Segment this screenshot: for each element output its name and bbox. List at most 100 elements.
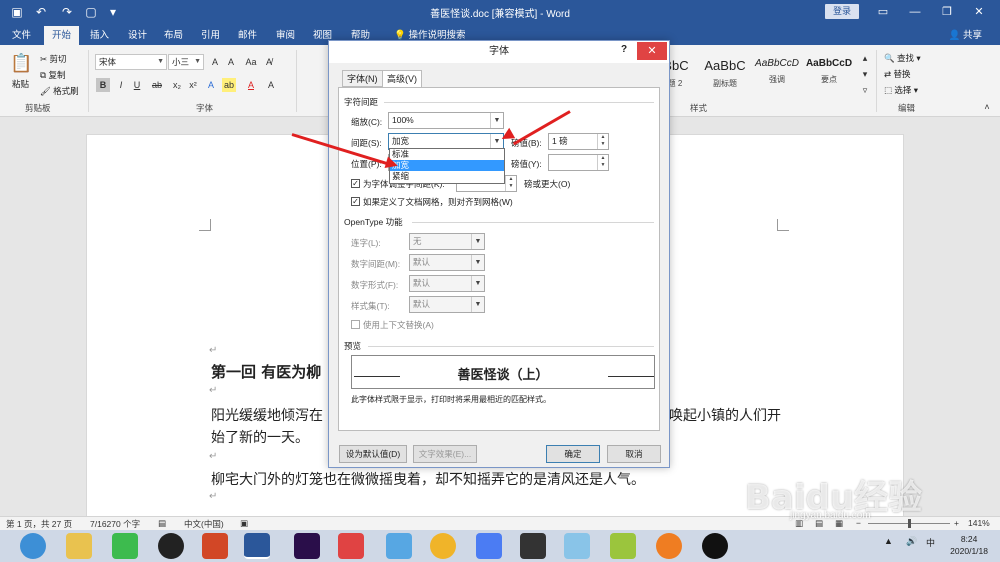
language-indicator[interactable]: 中文(中国) [184, 518, 224, 530]
app-icon[interactable] [656, 533, 682, 559]
app-icon[interactable] [702, 533, 728, 559]
tab-home[interactable]: 开始 [44, 26, 80, 45]
font-color-icon[interactable]: A [244, 78, 258, 92]
style-strong[interactable]: AaBbCcD 要点 [804, 50, 854, 94]
position-by-input[interactable]: ▲ ▼ [548, 154, 609, 171]
tab-advanced[interactable]: 高级(V) [382, 70, 422, 88]
select-button[interactable]: ⬚ 选择 ▾ [884, 84, 918, 96]
close-window-button[interactable]: ✕ [964, 2, 994, 22]
app-icon[interactable] [476, 533, 502, 559]
notes-icon[interactable] [610, 533, 636, 559]
volume-icon[interactable]: 🔊 [906, 536, 917, 547]
highlight-icon[interactable]: ab [222, 78, 236, 92]
help-button[interactable]: ? [621, 44, 627, 55]
styles-scroll-down-icon[interactable]: ▾ [858, 67, 872, 81]
app-icon[interactable] [338, 533, 364, 559]
crop-mark [777, 219, 789, 231]
network-icon[interactable]: ▲ [884, 536, 893, 546]
collapse-ribbon-icon[interactable]: ˄ [980, 100, 994, 114]
app-icon[interactable] [564, 533, 590, 559]
underline-icon[interactable]: U [130, 78, 144, 92]
zoom-in-icon[interactable]: + [954, 518, 959, 528]
find-button[interactable]: 🔍 查找 ▾ [884, 52, 921, 64]
replace-button[interactable]: ⇄ 替换 [884, 68, 911, 80]
spinner-icon[interactable]: ▲ ▼ [597, 155, 608, 170]
video-editor-icon[interactable] [520, 533, 546, 559]
word-icon[interactable] [244, 533, 270, 559]
ribbon-display-icon[interactable]: ▭ [868, 2, 898, 22]
font-name-combo[interactable]: 宋体 ▼ [95, 54, 167, 70]
spacing-by-input[interactable]: 1 磅 ▲ ▼ [548, 133, 609, 150]
copy-button[interactable]: ⧉ 复制 [40, 69, 65, 81]
style-emphasis[interactable]: AaBbCcD 强调 [752, 50, 802, 94]
spacing-option-condensed[interactable]: 紧缩 [390, 171, 504, 182]
tab-layout[interactable]: 布局 [156, 26, 191, 45]
tab-references[interactable]: 引用 [193, 26, 228, 45]
italic-icon[interactable]: I [114, 78, 128, 92]
font-group-label: 字体 [196, 103, 214, 113]
clear-formatting-icon[interactable]: A̸ [262, 55, 276, 69]
chrome-icon[interactable] [430, 533, 456, 559]
kerning-checkbox[interactable]: ✓ [351, 179, 360, 188]
number-forms-select[interactable]: 默认 ▼ [409, 275, 485, 292]
zoom-slider-thumb[interactable] [908, 519, 911, 528]
cancel-button[interactable]: 取消 [607, 445, 661, 463]
superscript-icon[interactable]: x² [186, 78, 200, 92]
spinner-icon[interactable]: ▲ ▼ [597, 134, 608, 149]
shading-icon[interactable]: A [264, 78, 278, 92]
qq-icon[interactable] [158, 533, 184, 559]
styles-scroll-up-icon[interactable]: ▴ [858, 51, 872, 65]
grid-checkbox[interactable]: ✓ [351, 197, 360, 206]
scale-select[interactable]: 100% ▼ [388, 112, 504, 129]
file-explorer-icon[interactable] [66, 533, 92, 559]
spinner-icon[interactable]: ▲ ▼ [505, 176, 516, 191]
tab-design[interactable]: 设计 [120, 26, 155, 45]
shrink-font-icon[interactable]: A [224, 55, 238, 69]
close-icon[interactable]: ✕ [637, 42, 667, 60]
contextual-checkbox[interactable] [351, 320, 360, 329]
style-heading2[interactable]: AaBbC 标题 2 [668, 50, 692, 94]
ok-button[interactable]: 确定 [546, 445, 600, 463]
paste-button[interactable]: 粘贴 [12, 78, 29, 90]
clock[interactable]: 8:24 2020/1/18 [950, 533, 988, 557]
tab-file[interactable]: 文件 [4, 26, 39, 45]
proofing-icon[interactable]: ▤ [158, 518, 166, 529]
spacing-option-expanded[interactable]: 加宽 [390, 160, 504, 171]
page-count[interactable]: 第 1 页，共 27 页 [6, 518, 72, 530]
font-size-combo[interactable]: 小三 ▼ [168, 54, 204, 70]
grow-font-icon[interactable]: A [208, 55, 222, 69]
strikethrough-icon[interactable]: ab [150, 78, 164, 92]
style-subtitle[interactable]: AaBbC 副标题 [700, 50, 750, 94]
start-icon[interactable] [20, 533, 46, 559]
bold-icon[interactable]: B [96, 78, 110, 92]
tab-insert[interactable]: 插入 [82, 26, 117, 45]
styles-more-icon[interactable]: ▿ [858, 83, 872, 97]
ligatures-select[interactable]: 无 ▼ [409, 233, 485, 250]
word-count[interactable]: 7/16270 个字 [90, 518, 140, 530]
maximize-button[interactable]: ❐ [932, 2, 962, 22]
set-default-button[interactable]: 设为默认值(D) [339, 445, 407, 463]
zoom-level[interactable]: 141% [968, 518, 990, 528]
spacing-option-normal[interactable]: 标准 [390, 149, 504, 160]
change-case-icon[interactable]: Aa [244, 55, 258, 69]
text-effects-button[interactable]: 文字效果(E)... [413, 445, 477, 463]
app-icon[interactable] [386, 533, 412, 559]
cut-button[interactable]: ✂ 剪切 [40, 53, 67, 65]
minimize-button[interactable]: — [900, 2, 930, 22]
stylistic-sets-select[interactable]: 默认 ▼ [409, 296, 485, 313]
powerpoint-icon[interactable] [202, 533, 228, 559]
premiere-icon[interactable] [294, 533, 320, 559]
macro-icon[interactable]: ▣ [240, 518, 248, 529]
share-button[interactable]: 👤 共享 [949, 26, 982, 45]
tab-review[interactable]: 审阅 [268, 26, 303, 45]
login-button[interactable]: 登录 [825, 4, 859, 19]
tab-mailings[interactable]: 邮件 [230, 26, 265, 45]
format-painter-button[interactable]: 🖌 格式刷 [40, 85, 79, 97]
number-spacing-select[interactable]: 默认 ▼ [409, 254, 485, 271]
paste-icon[interactable]: 📋 [10, 53, 32, 74]
wechat-icon[interactable] [112, 533, 138, 559]
tab-font[interactable]: 字体(N) [342, 70, 383, 87]
text-effects-icon[interactable]: A [204, 78, 218, 92]
input-method-icon[interactable]: 中 [926, 536, 935, 549]
subscript-icon[interactable]: x₂ [170, 78, 184, 92]
